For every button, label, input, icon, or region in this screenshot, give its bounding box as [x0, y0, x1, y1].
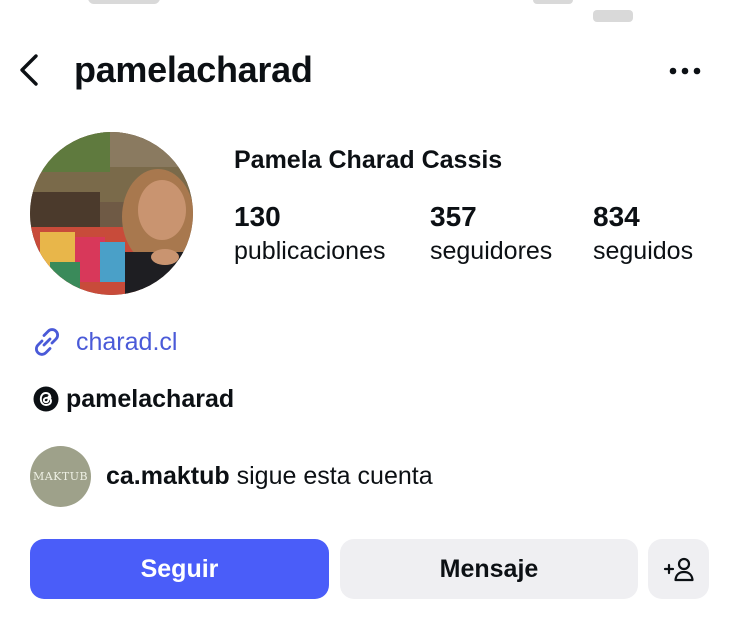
- page-title: pamelacharad: [74, 49, 313, 90]
- more-horizontal-icon: [669, 67, 701, 75]
- stat-following-label: seguidos: [593, 237, 694, 265]
- profile-full-name: Pamela Charad Cassis: [234, 146, 503, 174]
- stat-followers-label: seguidores: [430, 237, 553, 265]
- profile-website-link[interactable]: charad.cl: [76, 324, 177, 360]
- stat-following[interactable]: 834 seguidos: [593, 200, 693, 268]
- link-icon: [30, 325, 64, 359]
- stat-posts[interactable]: 130 publicaciones: [234, 200, 386, 268]
- threads-icon: [32, 385, 60, 413]
- follower-username: ca.maktub: [106, 462, 230, 490]
- stat-following-count: 834: [593, 201, 640, 232]
- stat-followers[interactable]: 357 seguidores: [430, 200, 552, 268]
- followed-by-suffix: sigue esta cuenta: [236, 462, 433, 490]
- follower-avatar-logo-text: MAKTUB: [32, 470, 89, 483]
- message-button[interactable]: Mensaje: [340, 539, 638, 599]
- stat-posts-count: 130: [234, 201, 281, 232]
- chevron-left-icon: [20, 54, 38, 86]
- followed-by-text[interactable]: ca.maktub sigue esta cuenta: [106, 458, 433, 494]
- back-button[interactable]: [14, 50, 46, 90]
- threads-handle[interactable]: pamelacharad: [66, 381, 234, 417]
- follower-avatar[interactable]: MAKTUB: [30, 446, 91, 507]
- suggested-accounts-button[interactable]: [648, 539, 709, 599]
- status-bar-time: [88, 0, 160, 4]
- profile-avatar[interactable]: [30, 132, 193, 295]
- more-options-button[interactable]: [666, 64, 706, 76]
- profile-photo: [30, 132, 193, 295]
- add-person-icon: [663, 557, 694, 582]
- follow-button[interactable]: Seguir: [30, 539, 329, 599]
- status-bar-indicators: [533, 0, 678, 22]
- stat-posts-label: publicaciones: [234, 237, 386, 265]
- stat-followers-count: 357: [430, 201, 477, 232]
